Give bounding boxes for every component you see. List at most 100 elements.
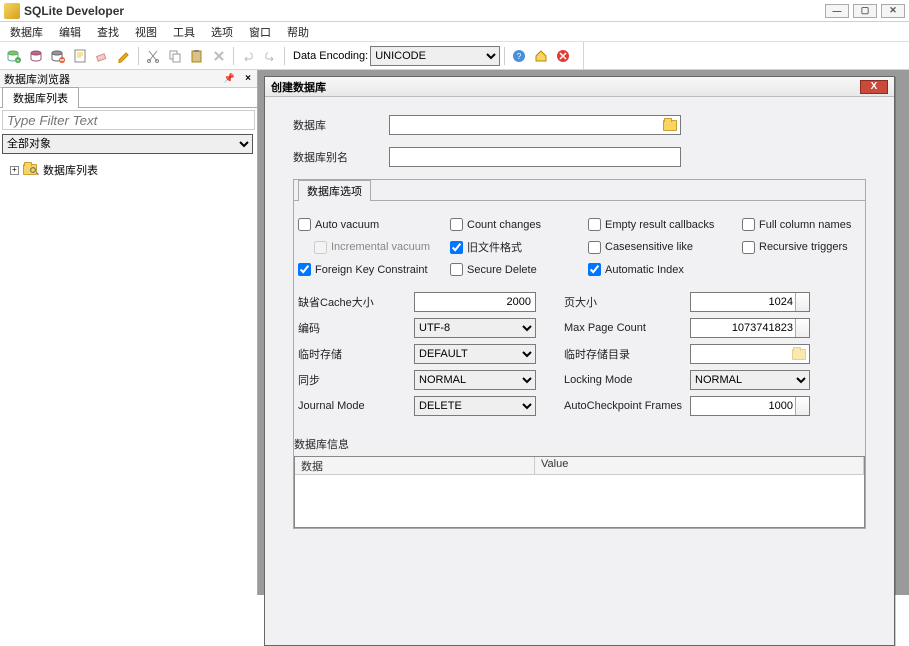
maximize-button[interactable]: ▢ [853, 4, 877, 18]
workspace: 创建数据库 X 数据库 数据库别名 [258, 70, 909, 595]
tree-root-label: 数据库列表 [43, 162, 98, 178]
info-grid: 数据 Value [294, 456, 865, 528]
tool-erase[interactable] [92, 46, 112, 66]
svg-text:?: ? [517, 52, 522, 61]
browse-temp-icon[interactable] [791, 346, 807, 362]
dialog-title: 创建数据库 [271, 79, 326, 95]
max-page-label: Max Page Count [564, 322, 690, 334]
tool-script[interactable] [70, 46, 90, 66]
chk-incremental-vacuum: Incremental vacuum [314, 239, 450, 255]
tool-remove-db[interactable] [48, 46, 68, 66]
database-field[interactable] [389, 115, 681, 135]
tool-cut[interactable] [143, 46, 163, 66]
encoding-label: Data Encoding: [293, 50, 368, 62]
browser-tabs: 数据库列表 [0, 88, 257, 108]
create-database-dialog: 创建数据库 X 数据库 数据库别名 [264, 76, 895, 646]
chk-recursive-triggers[interactable]: Recursive triggers [742, 239, 892, 255]
expand-icon[interactable]: + [10, 166, 19, 175]
tool-open-db[interactable] [26, 46, 46, 66]
temp-dir-field[interactable] [690, 344, 810, 364]
minimize-button[interactable]: — [825, 4, 849, 18]
pin-icon[interactable]: 📌 [224, 73, 235, 84]
dialog-titlebar: 创建数据库 X [265, 77, 894, 97]
menu-view[interactable]: 视图 [127, 22, 165, 42]
sync-label: 同步 [298, 372, 414, 388]
browser-panel: 数据库浏览器 📌 × 数据库列表 全部对象 + 数据库列表 [0, 70, 258, 595]
scope-select[interactable]: 全部对象 [2, 134, 253, 154]
temp-store-select[interactable]: DEFAULT [414, 344, 536, 364]
toolbar-trailing [583, 42, 905, 69]
database-label: 数据库 [293, 117, 389, 133]
tool-help[interactable]: ? [509, 46, 529, 66]
alias-label: 数据库别名 [293, 149, 389, 165]
tool-edit[interactable] [114, 46, 134, 66]
chk-foreign-key[interactable]: Foreign Key Constraint [298, 263, 450, 276]
locking-mode-select[interactable]: NORMAL [690, 370, 810, 390]
menu-help[interactable]: 帮助 [279, 22, 317, 42]
tool-home[interactable] [531, 46, 551, 66]
cache-size-field[interactable]: 2000 [414, 292, 536, 312]
col-data[interactable]: 数据 [295, 457, 535, 474]
tab-database-list[interactable]: 数据库列表 [2, 87, 79, 108]
auto-checkpoint-label: AutoCheckpoint Frames [564, 400, 690, 412]
options-panel: 数据库选项 Auto vacuum Count changes Empty re… [293, 179, 866, 529]
chk-empty-callbacks[interactable]: Empty result callbacks [588, 218, 742, 231]
journal-mode-label: Journal Mode [298, 400, 414, 412]
tab-db-options[interactable]: 数据库选项 [298, 180, 371, 201]
tree-root[interactable]: + 数据库列表 [6, 160, 251, 180]
alias-field[interactable] [389, 147, 681, 167]
browse-db-icon[interactable] [662, 117, 678, 133]
menu-database[interactable]: 数据库 [2, 22, 51, 42]
app-icon [4, 3, 20, 19]
tool-stop[interactable] [553, 46, 573, 66]
svg-text:+: + [17, 58, 20, 64]
tool-delete[interactable] [209, 46, 229, 66]
auto-checkpoint-field[interactable]: 1000 [690, 396, 810, 416]
panel-close[interactable]: × [245, 73, 251, 84]
tool-paste[interactable] [187, 46, 207, 66]
separator [138, 47, 139, 65]
chk-full-column[interactable]: Full column names [742, 218, 892, 231]
chk-auto-vacuum[interactable]: Auto vacuum [298, 218, 450, 231]
encoding-select[interactable]: UNICODE [370, 46, 500, 66]
menu-edit[interactable]: 编辑 [51, 22, 89, 42]
tool-new-db[interactable]: + [4, 46, 24, 66]
separator [233, 47, 234, 65]
separator [504, 47, 505, 65]
titlebar: SQLite Developer — ▢ ✕ [0, 0, 909, 22]
app-title: SQLite Developer [24, 4, 825, 18]
tool-undo[interactable] [238, 46, 258, 66]
close-button[interactable]: ✕ [881, 4, 905, 18]
menu-find[interactable]: 查找 [89, 22, 127, 42]
search-icon [30, 167, 36, 173]
menu-options[interactable]: 选项 [203, 22, 241, 42]
database-tree: + 数据库列表 [0, 156, 257, 595]
info-label: 数据库信息 [294, 436, 865, 452]
chk-old-format[interactable]: 旧文件格式 [450, 239, 588, 255]
encoding-param-select[interactable]: UTF-8 [414, 318, 536, 338]
max-page-field[interactable]: 1073741823 [690, 318, 810, 338]
browser-title: 数据库浏览器 [4, 71, 70, 87]
filter-input[interactable] [2, 110, 255, 130]
separator [284, 47, 285, 65]
encoding-param-label: 编码 [298, 320, 414, 336]
temp-dir-label: 临时存储目录 [564, 346, 690, 362]
menu-tools[interactable]: 工具 [165, 22, 203, 42]
tool-redo[interactable] [260, 46, 280, 66]
chk-count-changes[interactable]: Count changes [450, 218, 588, 231]
col-value[interactable]: Value [535, 457, 864, 474]
tool-copy[interactable] [165, 46, 185, 66]
journal-mode-select[interactable]: DELETE [414, 396, 536, 416]
chk-secure-delete[interactable]: Secure Delete [450, 263, 588, 276]
page-size-field[interactable]: 1024 [690, 292, 810, 312]
chk-casesensitive[interactable]: Casesensitive like [588, 239, 742, 255]
dialog-close-button[interactable]: X [860, 80, 888, 94]
cache-size-label: 缺省Cache大小 [298, 294, 414, 310]
toolbar: + Data Encoding: UNICODE ? [0, 42, 909, 70]
page-size-label: 页大小 [564, 294, 690, 310]
sync-select[interactable]: NORMAL [414, 370, 536, 390]
temp-store-label: 临时存储 [298, 346, 414, 362]
menu-window[interactable]: 窗口 [241, 22, 279, 42]
chk-auto-index[interactable]: Automatic Index [588, 263, 742, 276]
browser-header: 数据库浏览器 📌 × [0, 70, 257, 88]
